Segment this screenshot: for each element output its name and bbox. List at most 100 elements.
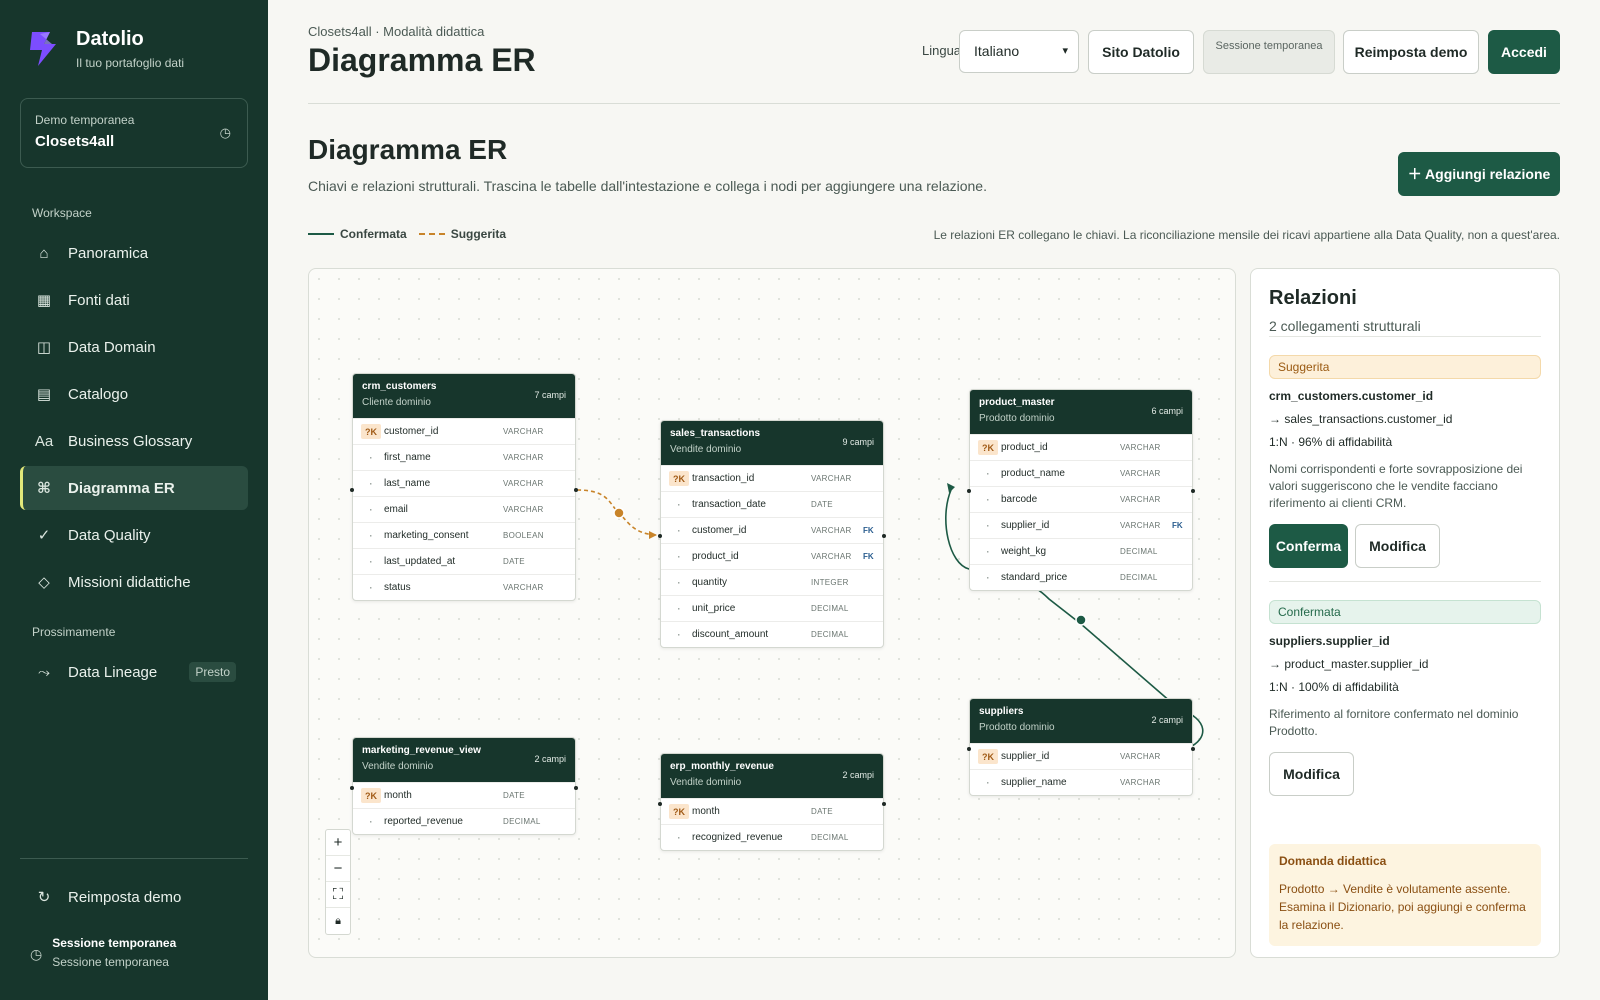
field-bullet: · bbox=[986, 494, 990, 505]
field-row[interactable]: · marketing_consent BOOLEAN bbox=[353, 522, 575, 548]
field-name: transaction_id bbox=[692, 473, 755, 484]
field-type: VARCHAR bbox=[1120, 778, 1161, 787]
suggested-edge-handle[interactable] bbox=[613, 507, 625, 519]
sidebar-item-fonti-dati[interactable]: ▦ Fonti dati bbox=[20, 278, 248, 322]
status-badge: Confermata bbox=[1269, 600, 1541, 624]
field-row[interactable]: · last_updated_at DATE bbox=[353, 548, 575, 574]
table-erp-monthly-revenue[interactable]: erp_monthly_revenue Vendite dominio 2 ca… bbox=[658, 753, 886, 851]
field-name: last_updated_at bbox=[384, 556, 456, 567]
diamond-icon: ◇ bbox=[38, 574, 50, 591]
session-chip: Sessione temporanea bbox=[1203, 30, 1335, 74]
table-crm-customers[interactable]: crm_customers Cliente dominio 7 campi ?K… bbox=[350, 373, 578, 601]
field-row[interactable]: ?K month DATE bbox=[661, 798, 883, 824]
field-row[interactable]: · product_id VARCHAR FK bbox=[661, 543, 883, 569]
field-name: transaction_date bbox=[692, 499, 766, 510]
confirm-button[interactable]: Conferma bbox=[1269, 524, 1348, 568]
field-row[interactable]: · first_name VARCHAR bbox=[353, 444, 575, 470]
table-marketing-revenue-view[interactable]: marketing_revenue_view Vendite dominio 2… bbox=[350, 737, 578, 835]
field-row[interactable]: · product_name VARCHAR bbox=[970, 460, 1192, 486]
sidebar-item-diagramma-er[interactable]: ⌘ Diagramma ER bbox=[20, 466, 248, 510]
zoom-out-button[interactable]: − bbox=[326, 856, 350, 882]
table-header[interactable]: erp_monthly_revenue Vendite dominio 2 ca… bbox=[661, 754, 883, 798]
field-row[interactable]: · status VARCHAR bbox=[353, 574, 575, 600]
field-row[interactable]: · supplier_name VARCHAR bbox=[970, 769, 1192, 795]
field-row[interactable]: · barcode VARCHAR bbox=[970, 486, 1192, 512]
clock-icon: ◷ bbox=[219, 125, 231, 140]
sidebar-item-label: Business Glossary bbox=[68, 432, 193, 450]
sidebar-item-panoramica[interactable]: ⌂ Panoramica bbox=[20, 231, 248, 275]
field-row[interactable]: · unit_price DECIMAL bbox=[661, 595, 883, 621]
sidebar-item-data-lineage[interactable]: ⤳ Data Lineage Presto bbox=[20, 650, 248, 694]
edit-button[interactable]: Modifica bbox=[1355, 524, 1440, 568]
er-canvas[interactable]: crm_customers Cliente dominio 7 campi ?K… bbox=[308, 268, 1236, 958]
port-handle[interactable] bbox=[658, 802, 662, 806]
field-name: month bbox=[384, 790, 412, 801]
port-handle[interactable] bbox=[1191, 747, 1195, 751]
table-suppliers[interactable]: suppliers Prodotto dominio 2 campi ?K sup… bbox=[967, 698, 1195, 796]
sidebar-reset-demo[interactable]: ↻ Reimposta demo bbox=[20, 875, 248, 919]
field-type: BOOLEAN bbox=[503, 531, 544, 540]
field-count: 2 campi bbox=[534, 754, 566, 764]
field-bullet: · bbox=[677, 551, 681, 562]
field-count: 7 campi bbox=[534, 390, 566, 400]
port-handle[interactable] bbox=[574, 786, 578, 790]
port-handle[interactable] bbox=[967, 747, 971, 751]
demo-selector[interactable]: Demo temporanea Closets4all ◷ bbox=[20, 98, 248, 168]
edit-button[interactable]: Modifica bbox=[1269, 752, 1354, 796]
table-header[interactable]: marketing_revenue_view Vendite dominio 2… bbox=[353, 738, 575, 782]
table-sales-transactions[interactable]: sales_transactions Vendite dominio 9 cam… bbox=[658, 420, 886, 648]
port-handle[interactable] bbox=[1191, 489, 1195, 493]
field-type: DATE bbox=[811, 500, 833, 509]
field-row[interactable]: · weight_kg DECIMAL bbox=[970, 538, 1192, 564]
field-row[interactable]: ?K month DATE bbox=[353, 782, 575, 808]
relation-meta: 1:N · 100% di affidabilità bbox=[1269, 680, 1399, 694]
table-product-master[interactable]: product_master Prodotto dominio 6 campi … bbox=[967, 389, 1195, 591]
port-handle[interactable] bbox=[882, 534, 886, 538]
field-name: month bbox=[692, 806, 720, 817]
zoom-in-button[interactable]: + bbox=[326, 830, 350, 856]
field-row[interactable]: · reported_revenue DECIMAL bbox=[353, 808, 575, 834]
suggested-line-icon bbox=[418, 233, 445, 235]
port-handle[interactable] bbox=[967, 489, 971, 493]
field-row[interactable]: ?K product_id VARCHAR bbox=[970, 434, 1192, 460]
table-header[interactable]: suppliers Prodotto dominio 2 campi bbox=[970, 699, 1192, 743]
port-handle[interactable] bbox=[350, 786, 354, 790]
sidebar-item-business-glossary[interactable]: Aa Business Glossary bbox=[20, 419, 248, 463]
glossary-icon: Aa bbox=[34, 432, 54, 450]
table-header[interactable]: product_master Prodotto dominio 6 campi bbox=[970, 390, 1192, 434]
relation-source: suppliers.supplier_id bbox=[1269, 634, 1390, 648]
brand[interactable]: Datolio Il tuo portafoglio dati bbox=[26, 28, 184, 70]
field-row[interactable]: · quantity INTEGER bbox=[661, 569, 883, 595]
confirmed-edge-handle[interactable] bbox=[1075, 614, 1087, 626]
field-row[interactable]: · customer_id VARCHAR FK bbox=[661, 517, 883, 543]
field-row[interactable]: · supplier_id VARCHAR FK bbox=[970, 512, 1192, 538]
field-row[interactable]: ?K supplier_id VARCHAR bbox=[970, 743, 1192, 769]
port-handle[interactable] bbox=[658, 534, 662, 538]
field-row[interactable]: · recognized_revenue DECIMAL bbox=[661, 824, 883, 850]
fit-view-button[interactable]: ⛶ bbox=[326, 882, 350, 908]
field-row[interactable]: · email VARCHAR bbox=[353, 496, 575, 522]
table-header[interactable]: sales_transactions Vendite dominio 9 cam… bbox=[661, 421, 883, 465]
lock-button[interactable]: 🔒︎ bbox=[326, 908, 350, 934]
port-handle[interactable] bbox=[882, 802, 886, 806]
field-row[interactable]: · last_name VARCHAR bbox=[353, 470, 575, 496]
port-handle[interactable] bbox=[574, 488, 578, 492]
sidebar-item-missioni[interactable]: ◇ Missioni didattiche bbox=[20, 560, 248, 604]
login-button[interactable]: Accedi bbox=[1488, 30, 1560, 74]
site-button[interactable]: Sito Datolio bbox=[1088, 30, 1194, 74]
sidebar-item-catalogo[interactable]: ▤ Catalogo bbox=[20, 372, 248, 416]
language-select[interactable]: Italiano ▾ bbox=[959, 30, 1079, 73]
field-row[interactable]: ?K customer_id VARCHAR bbox=[353, 418, 575, 444]
add-relation-button[interactable]: ＋ Aggiungi relazione bbox=[1398, 152, 1560, 196]
field-row[interactable]: · discount_amount DECIMAL bbox=[661, 621, 883, 647]
section-workspace: Workspace bbox=[32, 206, 92, 220]
port-handle[interactable] bbox=[350, 488, 354, 492]
sidebar-item-data-quality[interactable]: ✓ Data Quality bbox=[20, 513, 248, 557]
field-row[interactable]: · standard_price DECIMAL bbox=[970, 564, 1192, 590]
table-header[interactable]: crm_customers Cliente dominio 7 campi bbox=[353, 374, 575, 418]
field-bullet: · bbox=[369, 556, 373, 567]
field-row[interactable]: · transaction_date DATE bbox=[661, 491, 883, 517]
reset-demo-button[interactable]: Reimposta demo bbox=[1343, 30, 1479, 74]
field-row[interactable]: ?K transaction_id VARCHAR bbox=[661, 465, 883, 491]
sidebar-item-data-domain[interactable]: ◫ Data Domain bbox=[20, 325, 248, 369]
